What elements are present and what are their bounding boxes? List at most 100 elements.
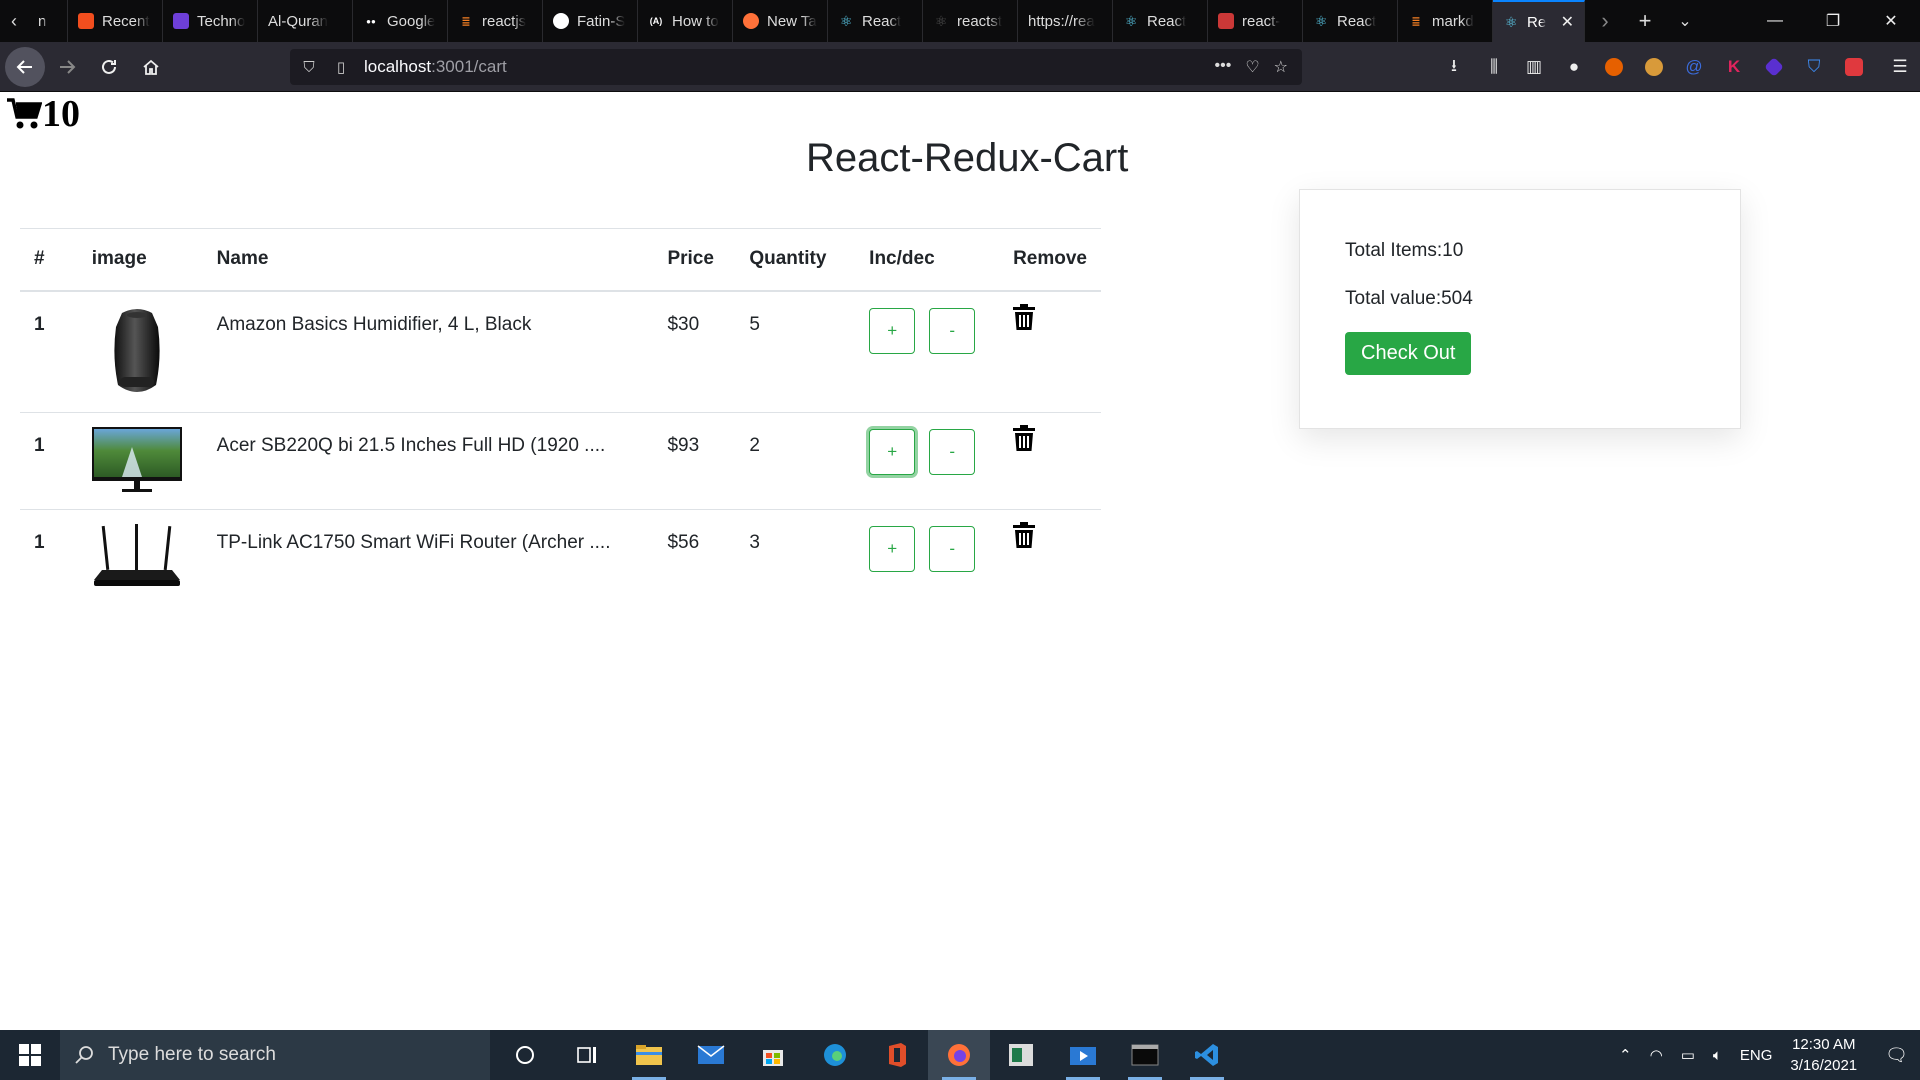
firefox-icon[interactable] — [928, 1030, 990, 1080]
reload-icon[interactable] — [89, 47, 129, 87]
account-icon[interactable]: ● — [1554, 47, 1594, 87]
back-arrow-icon[interactable] — [5, 46, 45, 87]
home-icon[interactable] — [131, 47, 171, 87]
tab-15[interactable]: ≣ markd — [1398, 0, 1493, 42]
url-host: localhost — [364, 57, 432, 76]
edge-icon[interactable] — [804, 1030, 866, 1080]
trash-icon[interactable] — [1013, 424, 1036, 451]
tab-8[interactable]: New Tab — [733, 0, 828, 42]
tab-label: Al-Quran — [268, 12, 329, 30]
tab-14[interactable]: ⚛ React — [1303, 0, 1398, 42]
url-path: :3001/cart — [431, 57, 507, 76]
tab-label: reactst — [957, 12, 1003, 30]
tab-2[interactable]: Techno — [163, 0, 258, 42]
vscode-icon[interactable] — [1176, 1030, 1238, 1080]
tab-0[interactable]: n — [28, 0, 68, 42]
tab-6[interactable]: Fatin-S — [543, 0, 638, 42]
github-icon — [553, 13, 569, 29]
page-actions-icon[interactable]: ••• — [1215, 57, 1232, 77]
extension-fox-icon[interactable] — [1594, 47, 1634, 87]
pocket-icon[interactable]: ♡ — [1245, 57, 1259, 77]
tab-label: react- — [1242, 12, 1281, 30]
increment-button[interactable]: + — [869, 525, 916, 572]
menu-icon[interactable]: ☰ — [1880, 47, 1920, 87]
extension-shield-icon[interactable]: ⛉ — [1794, 47, 1834, 87]
wifi-icon[interactable]: ◠ — [1650, 1046, 1663, 1064]
product-name: Acer SB220Q bi 21.5 Inches Full HD (1920… — [202, 412, 654, 510]
list-tabs-icon[interactable]: ⌄ — [1665, 0, 1705, 42]
tab-13[interactable]: react- — [1208, 0, 1303, 42]
close-tab-icon[interactable]: ✕ — [1561, 12, 1574, 32]
store-icon[interactable] — [742, 1030, 804, 1080]
hexagon-icon — [173, 13, 189, 29]
minimize-icon[interactable]: — — [1746, 0, 1804, 42]
monitor-image — [91, 425, 182, 497]
trash-icon[interactable] — [1013, 303, 1036, 330]
video-editor-icon[interactable] — [1052, 1030, 1114, 1080]
react-icon: ⚛ — [1124, 12, 1138, 29]
tab-label: React — [862, 12, 902, 30]
navigation-toolbar: ⛉ ▯ localhost:3001/cart ••• ♡ ☆ ⭳ ⫼ ▥ ● … — [0, 42, 1920, 92]
tab-4[interactable]: ●● Google — [353, 0, 448, 42]
bookmark-star-icon[interactable]: ☆ — [1274, 57, 1288, 77]
tab-5[interactable]: ≣ reactjs — [448, 0, 543, 42]
tab-9[interactable]: ⚛ React — [828, 0, 923, 42]
increment-button[interactable]: + — [869, 307, 916, 354]
shopping-cart-icon — [7, 98, 42, 129]
volume-icon[interactable]: 🔈︎ — [1713, 1047, 1722, 1064]
tab-3[interactable]: Al-Quran — [258, 0, 353, 42]
new-tab-icon[interactable]: + — [1625, 0, 1665, 42]
increment-button[interactable]: + — [869, 428, 916, 475]
taskbar-search-box[interactable]: Type here to search — [60, 1030, 490, 1080]
office-icon[interactable] — [866, 1030, 928, 1080]
page-title: React-Redux-Cart — [806, 136, 1129, 180]
library-icon[interactable]: ⫼ — [1474, 47, 1514, 87]
shield-icon[interactable]: ⛉ — [296, 59, 322, 76]
sidebar-icon[interactable]: ▥ — [1514, 47, 1554, 87]
tab-12[interactable]: ⚛ React — [1113, 0, 1208, 42]
react-dim-icon: ⚛ — [934, 12, 948, 29]
column-header: Price — [653, 228, 736, 292]
windows-start-icon[interactable] — [0, 1030, 60, 1080]
page-content: 10 React-Redux-Cart # image Name Price Q… — [0, 92, 1920, 1030]
tab-scroll-right-icon[interactable]: › — [1585, 0, 1625, 42]
extension-k-icon[interactable]: K — [1714, 47, 1754, 87]
notifications-icon[interactable]: 🗨︎ — [1885, 1045, 1908, 1066]
order-summary-card: Total Items:10 Total value:504 Check Out — [1299, 189, 1741, 429]
extension-puzzle-icon[interactable] — [1834, 47, 1874, 87]
forward-arrow-icon[interactable] — [47, 47, 87, 87]
trash-icon[interactable] — [1013, 521, 1036, 548]
restore-icon[interactable]: ❐ — [1804, 0, 1862, 42]
cortana-icon[interactable] — [494, 1030, 556, 1080]
address-bar[interactable]: ⛉ ▯ localhost:3001/cart ••• ♡ ☆ — [290, 49, 1302, 85]
decrement-button[interactable]: - — [929, 307, 976, 354]
sticky-notes-icon[interactable] — [990, 1030, 1052, 1080]
decrement-button[interactable]: - — [929, 525, 976, 572]
tab-11[interactable]: https://rea — [1018, 0, 1113, 42]
close-window-icon[interactable]: ✕ — [1862, 0, 1920, 42]
tab-7[interactable]: (A) How to — [638, 0, 733, 42]
checkout-button[interactable]: Check Out — [1345, 332, 1472, 375]
task-view-icon[interactable] — [556, 1030, 618, 1080]
tab-1[interactable]: Recent — [68, 0, 163, 42]
extension-cookie-icon[interactable] — [1634, 47, 1674, 87]
battery-icon[interactable]: ▭ — [1681, 1046, 1695, 1064]
language-indicator[interactable]: ENG — [1740, 1047, 1773, 1064]
extension-gem-icon[interactable] — [1754, 47, 1794, 87]
decrement-button[interactable]: - — [929, 428, 976, 475]
mail-icon[interactable] — [680, 1030, 742, 1080]
terminal-icon[interactable] — [1114, 1030, 1176, 1080]
download-icon[interactable]: ⭳ — [1434, 47, 1474, 87]
tab-scroll-left-icon[interactable]: ‹ — [0, 0, 28, 42]
file-explorer-icon[interactable] — [618, 1030, 680, 1080]
figma-icon — [78, 13, 94, 29]
tray-chevron-icon[interactable]: ⌃ — [1619, 1046, 1632, 1064]
tab-label: React — [1337, 12, 1377, 30]
table-row: 1 Acer SB220Q bi 21.5 Inches Full HD (19… — [20, 412, 1101, 510]
extension-at-icon[interactable]: @ — [1674, 47, 1714, 87]
tab-active[interactable]: ⚛ Re ✕ — [1493, 0, 1585, 42]
cart-indicator[interactable]: 10 — [6, 92, 80, 136]
tab-10[interactable]: ⚛ reactst — [923, 0, 1018, 42]
clock[interactable]: 12:30 AM 3/16/2021 — [1790, 1034, 1857, 1076]
react-icon: ⚛ — [1314, 12, 1328, 29]
